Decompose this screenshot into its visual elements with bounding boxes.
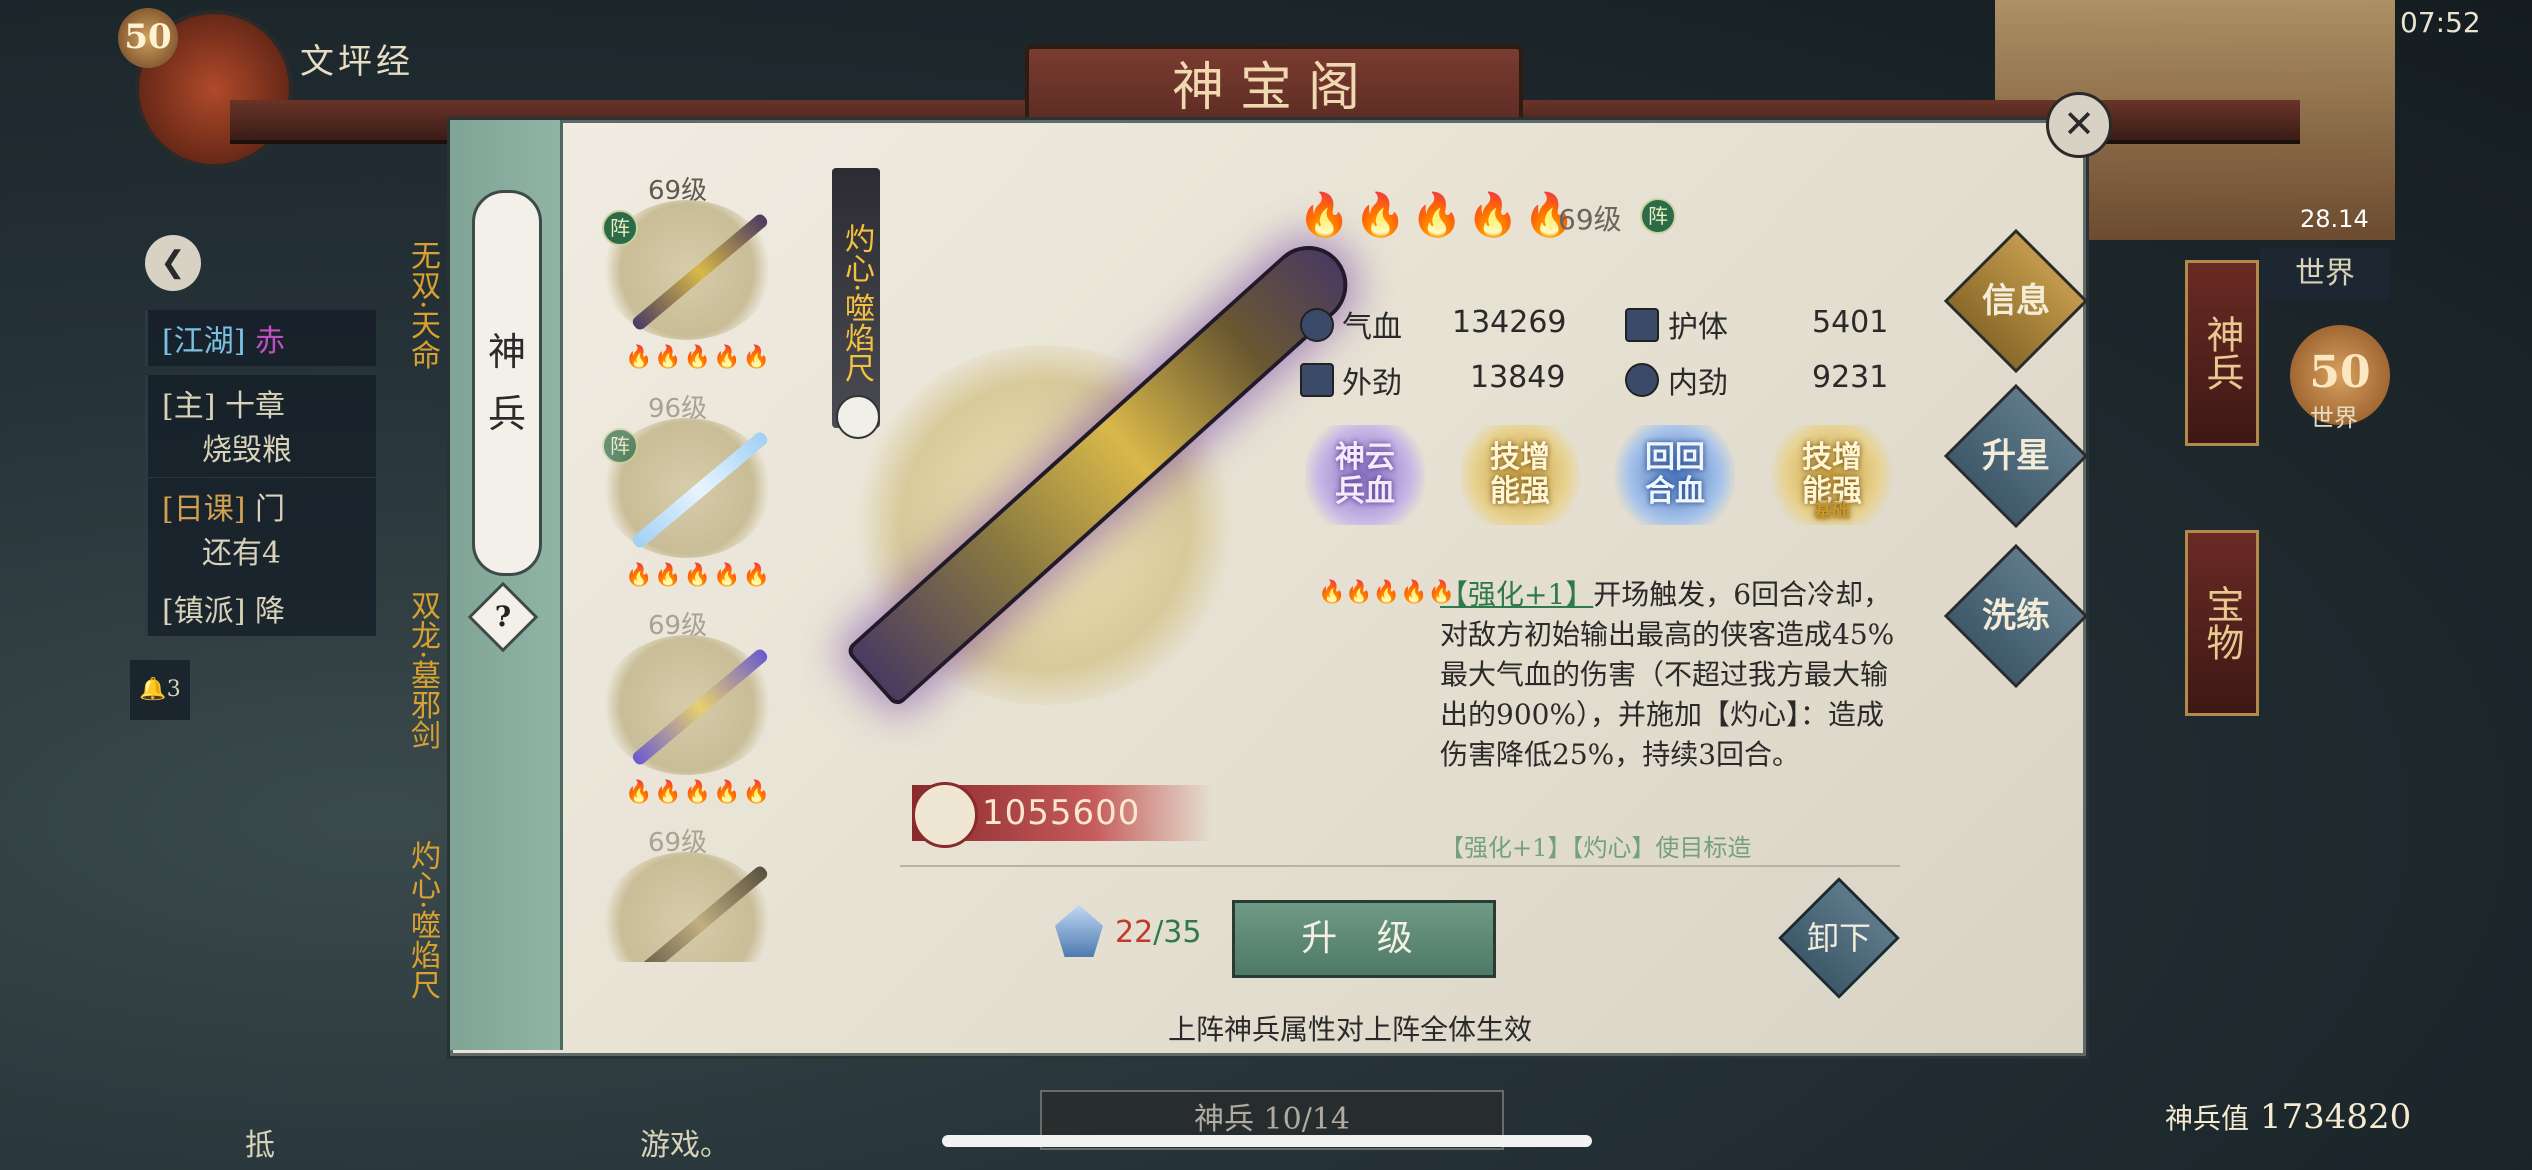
back-arrow-icon[interactable]: ❮: [145, 235, 201, 291]
total-label: 神兵值: [2165, 1102, 2250, 1135]
stat-label: 护体: [1668, 310, 1728, 345]
stat-value: 5401: [1812, 305, 1889, 340]
equipped-badge: 阵: [1640, 198, 1676, 234]
skill-badge[interactable]: 神云 兵血: [1305, 425, 1425, 525]
tab-info-label: 信息: [1982, 281, 2050, 321]
quest-text: 降: [254, 594, 285, 629]
skill-sub: 基础: [1814, 501, 1850, 522]
sword-icon: [1300, 363, 1334, 397]
side-label-3: 灼心·噬焰尺: [405, 840, 440, 1000]
stat-label: 外劲: [1342, 366, 1402, 401]
tab-label-1: 神: [487, 330, 526, 374]
power-icon: [912, 782, 978, 848]
tab-wash-label: 洗练: [1982, 596, 2050, 636]
quest-sub: 还有4: [202, 536, 282, 571]
skill-line1: 神云: [1335, 440, 1395, 475]
material-required: 35: [1163, 915, 1202, 950]
upgrade-button[interactable]: 升 级: [1232, 900, 1496, 978]
flame-emblem-icon: [836, 395, 880, 439]
desc-tag: 【强化+1】: [1440, 578, 1594, 611]
desc-next-text: 【强化+1】【灼心】使目标造: [1440, 834, 1752, 862]
material-current: 22: [1115, 915, 1154, 950]
stat-value: 9231: [1812, 360, 1889, 395]
weapon-stars: 🔥🔥🔥🔥🔥: [625, 563, 772, 588]
skill-description: 【强化+1】开场触发，6回合冷却，对敌方初始输出最高的侠客造成45%最大气血的伤…: [1440, 575, 1910, 845]
shield-icon: [1625, 308, 1659, 342]
skill-badge[interactable]: 技增 能强: [1460, 425, 1580, 525]
help-glyph: ?: [494, 600, 512, 633]
quest-jianghu[interactable]: [江湖] 赤: [145, 310, 376, 366]
skill-line2: 能强: [1490, 474, 1550, 509]
weapon-disc: [602, 635, 772, 775]
side-label-1: 无双·天命: [405, 240, 440, 370]
material-count: 22/35: [1115, 915, 1201, 950]
weapon-star-rating: 🔥🔥🔥🔥🔥: [1298, 190, 1580, 239]
quest-tag: [江湖]: [162, 324, 246, 359]
quest-tag: [镇派]: [162, 594, 246, 629]
total-value: 神兵值 1734820: [2165, 1097, 2411, 1137]
chat-text[interactable]: 抵: [245, 1120, 275, 1164]
quest-text: 十章: [224, 389, 285, 424]
skill-line2: 兵血: [1335, 474, 1395, 509]
weapon-level-label: 69级: [1558, 203, 1622, 236]
tab-shenbing[interactable]: 神 兵: [472, 190, 542, 576]
bell-icon: 🔔: [139, 677, 167, 702]
weapon-list-item[interactable]: 69级 🔥🔥🔥🔥🔥: [590, 605, 790, 805]
tab-baowu-right[interactable]: 宝物: [2185, 530, 2259, 716]
desc-next-line: 【强化+1】【灼心】使目标造: [1440, 828, 1751, 863]
swirl-icon: [1625, 363, 1659, 397]
weapon-name: 灼心·噬焰尺: [832, 168, 880, 428]
map-coordinate: 28.14: [2300, 205, 2369, 233]
weapon-list-item[interactable]: 69级: [590, 822, 790, 962]
material-slash: /: [1153, 915, 1164, 950]
tab-star-label: 升星: [1982, 436, 2050, 476]
skill-line2: 合血: [1645, 474, 1705, 509]
equipped-badge: 阵: [602, 210, 638, 246]
quest-sect[interactable]: [镇派] 降: [145, 580, 376, 636]
quest-sub: 烧毁粮: [202, 433, 292, 468]
quest-text: 赤: [254, 324, 285, 359]
desc-stars: 🔥🔥🔥🔥🔥: [1318, 580, 1455, 605]
stat-value: 134269: [1452, 305, 1567, 340]
total-number: 1734820: [2259, 1097, 2412, 1137]
weapon-list-item[interactable]: 69级 阵 🔥🔥🔥🔥🔥: [590, 170, 790, 370]
quest-tag: [日课]: [162, 492, 246, 527]
quest-tag: [主]: [162, 389, 216, 424]
skill-line1: 回回: [1645, 440, 1705, 475]
chat-text-2: 游戏。: [640, 1128, 730, 1163]
status-time: 07:52: [2400, 6, 2481, 39]
weapon-list-item[interactable]: 96级 阵 🔥🔥🔥🔥🔥: [590, 388, 790, 588]
weapon-stars: 🔥🔥🔥🔥🔥: [625, 345, 772, 370]
player-level-badge: 50: [118, 8, 178, 68]
stat-label: 气血: [1342, 310, 1402, 345]
stat-value: 13849: [1470, 360, 1566, 395]
home-indicator[interactable]: [942, 1135, 1592, 1147]
skill-line1: 技增: [1490, 440, 1550, 475]
weapon-disc: [602, 852, 772, 962]
world-button[interactable]: 世界: [2260, 248, 2390, 300]
mail-count: 3: [166, 677, 181, 702]
mail-button[interactable]: 🔔3: [130, 660, 190, 720]
equipped-badge: 阵: [602, 428, 638, 464]
stat-label: 内劲: [1668, 366, 1728, 401]
tab-shenbing-right[interactable]: 神兵: [2185, 260, 2259, 446]
unequip-label: 卸下: [1806, 919, 1871, 957]
close-icon[interactable]: ✕: [2046, 92, 2112, 158]
side-label-2: 双龙·墓邪剑: [405, 590, 440, 750]
skill-badge[interactable]: 技增 能强 基础: [1772, 425, 1892, 525]
quest-main[interactable]: [主] 十章 烧毁粮: [145, 375, 376, 477]
weapon-stars: 🔥🔥🔥🔥🔥: [625, 780, 772, 805]
player-name: 文坪经: [300, 42, 414, 82]
skill-badge[interactable]: 回回 合血: [1615, 425, 1735, 525]
skill-line1: 技增: [1802, 440, 1862, 475]
footer-note: 上阵神兵属性对上阵全体生效: [1168, 1013, 1533, 1046]
heart-icon: [1300, 308, 1334, 342]
tab-label-2: 兵: [487, 392, 526, 436]
quest-daily[interactable]: [日课] 门 还有4: [145, 478, 376, 580]
quest-text: 门: [254, 492, 285, 527]
divider: [900, 865, 1900, 867]
rank-label: 世界: [2310, 404, 2358, 432]
